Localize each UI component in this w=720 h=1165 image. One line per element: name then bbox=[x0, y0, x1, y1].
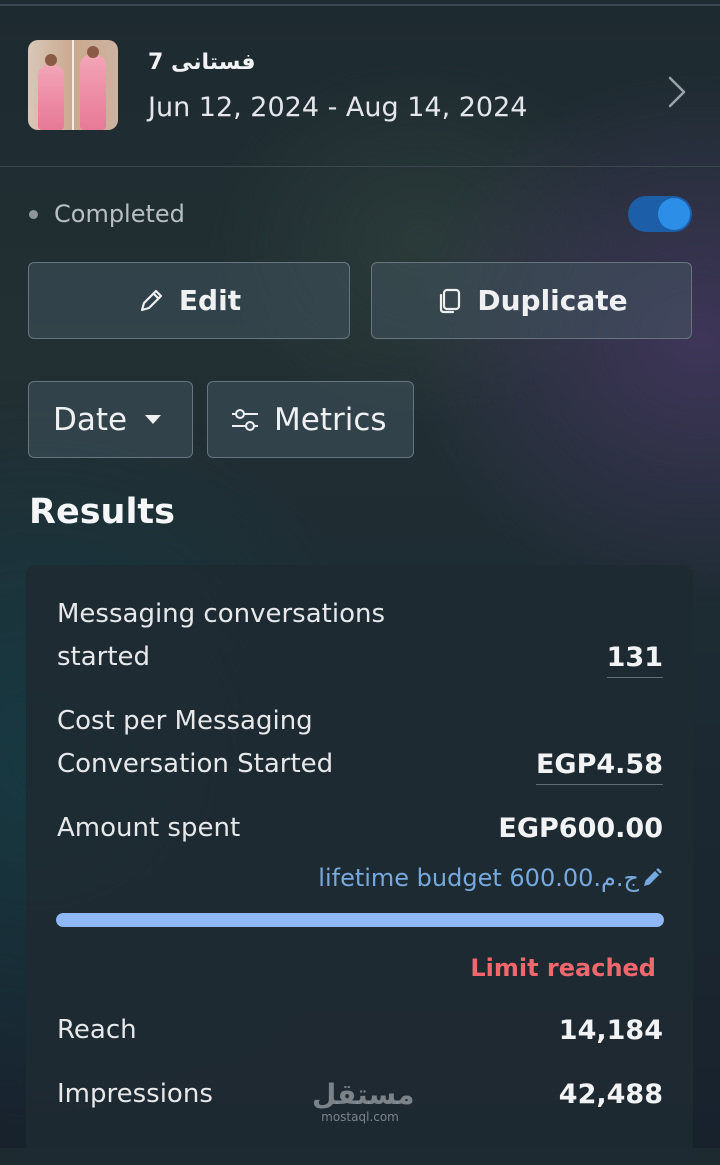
date-filter-label: Date bbox=[53, 401, 128, 438]
messaging-label-line1: Messaging conversations bbox=[57, 599, 386, 629]
status-label: Completed bbox=[54, 200, 185, 228]
campaign-toggle[interactable] bbox=[628, 196, 692, 232]
lifetime-budget-text: lifetime budget 600.00.ج.م bbox=[318, 864, 639, 892]
cost-label-line2: Conversation Started bbox=[57, 749, 334, 779]
toggle-knob bbox=[658, 198, 690, 230]
chevron-right-icon[interactable] bbox=[664, 74, 690, 110]
watermark-arabic: مستقل bbox=[312, 1078, 415, 1111]
duplicate-button[interactable]: Duplicate bbox=[371, 262, 692, 339]
lifetime-budget-link[interactable]: lifetime budget 600.00.ج.م bbox=[318, 864, 663, 892]
caret-down-icon bbox=[145, 415, 162, 424]
duplicate-label: Duplicate bbox=[477, 284, 628, 317]
metrics-button[interactable]: Metrics bbox=[207, 381, 414, 458]
messaging-label-line2: started bbox=[57, 642, 151, 672]
campaign-thumbnail bbox=[28, 40, 118, 130]
metrics-label: Metrics bbox=[274, 401, 387, 438]
pencil-icon bbox=[644, 868, 662, 886]
watermark-latin: mostaql.com bbox=[321, 1110, 399, 1124]
pencil-icon bbox=[140, 289, 163, 311]
edit-label: Edit bbox=[178, 284, 242, 317]
cost-label-line1: Cost per Messaging bbox=[57, 706, 313, 736]
budget-progress-bar bbox=[56, 913, 664, 927]
budget-progress-fill bbox=[56, 913, 664, 927]
impressions-value: 42,488 bbox=[558, 1079, 663, 1110]
reach-label: Reach bbox=[57, 1015, 137, 1045]
results-heading: Results bbox=[29, 492, 175, 532]
campaign-dates: Jun 12, 2024 - Aug 14, 2024 bbox=[148, 92, 528, 123]
messaging-value[interactable]: 131 bbox=[606, 642, 663, 678]
messaging-value-text: 131 bbox=[606, 642, 663, 678]
watermark-logo: مستقل mostaql.com bbox=[312, 1078, 415, 1130]
reach-value: 14,184 bbox=[558, 1015, 663, 1046]
limit-reached-label: Limit reached bbox=[470, 954, 656, 982]
amount-spent-label: Amount spent bbox=[57, 813, 241, 843]
duplicate-icon bbox=[440, 288, 461, 313]
campaign-row[interactable]: فستانی 7 Jun 12, 2024 - Aug 14, 2024 bbox=[0, 6, 720, 167]
cost-value[interactable]: EGP4.58 bbox=[535, 749, 663, 785]
status-dot bbox=[29, 210, 38, 219]
campaign-name: فستانی 7 bbox=[148, 50, 256, 75]
date-filter-button[interactable]: Date bbox=[28, 381, 193, 458]
cost-value-text: EGP4.58 bbox=[535, 749, 663, 785]
sliders-icon bbox=[232, 408, 258, 431]
impressions-label: Impressions bbox=[57, 1079, 213, 1109]
edit-button[interactable]: Edit bbox=[28, 262, 350, 339]
amount-spent-value: EGP600.00 bbox=[498, 813, 663, 844]
